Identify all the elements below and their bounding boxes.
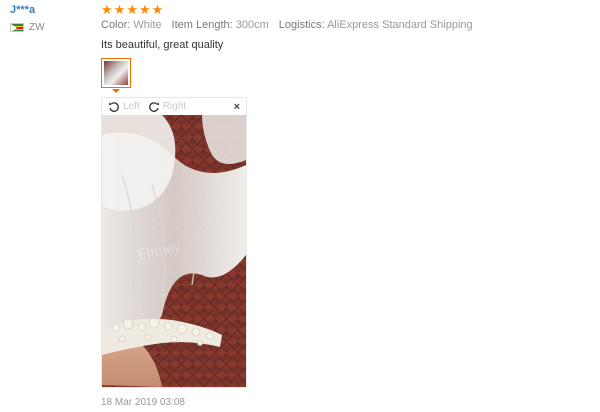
attribute-item-length: Item Length: 300cm <box>172 19 269 31</box>
country-code: ZW <box>29 22 45 33</box>
star-icon: ★ <box>113 1 126 17</box>
star-icon: ★ <box>151 1 164 17</box>
rotate-left-label: Left <box>123 101 140 112</box>
zimbabwe-flag-icon <box>10 23 24 32</box>
attribute-color: Color: White <box>101 19 162 31</box>
star-icon: ★ <box>101 1 113 17</box>
attribute-label: Color: <box>101 19 131 31</box>
attribute-logistics: Logistics: AliExpress Standard Shipping <box>279 19 473 31</box>
reviewer-info: J***a ZW <box>10 4 90 33</box>
rotate-right-button[interactable]: Right <box>148 101 186 113</box>
attribute-label: Logistics: <box>278 19 325 31</box>
attribute-value: 300cm <box>235 19 269 31</box>
review-photo: Fluney <box>102 115 246 387</box>
product-attributes: Color: White Item Length: 300cm Logistic… <box>101 19 581 31</box>
star-rating: ★ ★ ★ ★ ★ <box>101 2 581 16</box>
star-icon: ★ <box>138 1 151 17</box>
review-photo-thumbnail[interactable] <box>101 58 131 88</box>
reviewer-name[interactable]: J***a <box>10 4 90 16</box>
thumbnail-selected-indicator <box>112 89 120 93</box>
viewer-toolbar: Left Right × <box>102 98 246 115</box>
review-date: 18 Mar 2019 03:08 <box>101 397 185 408</box>
photo-viewer: Left Right × Fluney <box>101 97 247 388</box>
star-icon: ★ <box>126 1 138 17</box>
rotate-right-icon <box>148 101 159 112</box>
attribute-value: White <box>133 19 162 31</box>
rotate-left-button[interactable]: Left <box>108 101 140 113</box>
review-content: ★ ★ ★ ★ ★ Color: White Item Length: 300c… <box>101 2 581 408</box>
thumbnail-image <box>104 61 128 85</box>
close-icon[interactable]: × <box>234 101 240 113</box>
veil-photo-image: Fluney <box>102 115 246 387</box>
attribute-value: AliExpress Standard Shipping <box>327 19 473 31</box>
review-text: Its beautiful, great quality <box>101 39 224 51</box>
attribute-label: Item Length: <box>171 19 233 31</box>
reviewer-country: ZW <box>10 22 90 33</box>
rotate-left-icon <box>108 101 119 112</box>
rotate-right-label: Right <box>162 101 187 112</box>
